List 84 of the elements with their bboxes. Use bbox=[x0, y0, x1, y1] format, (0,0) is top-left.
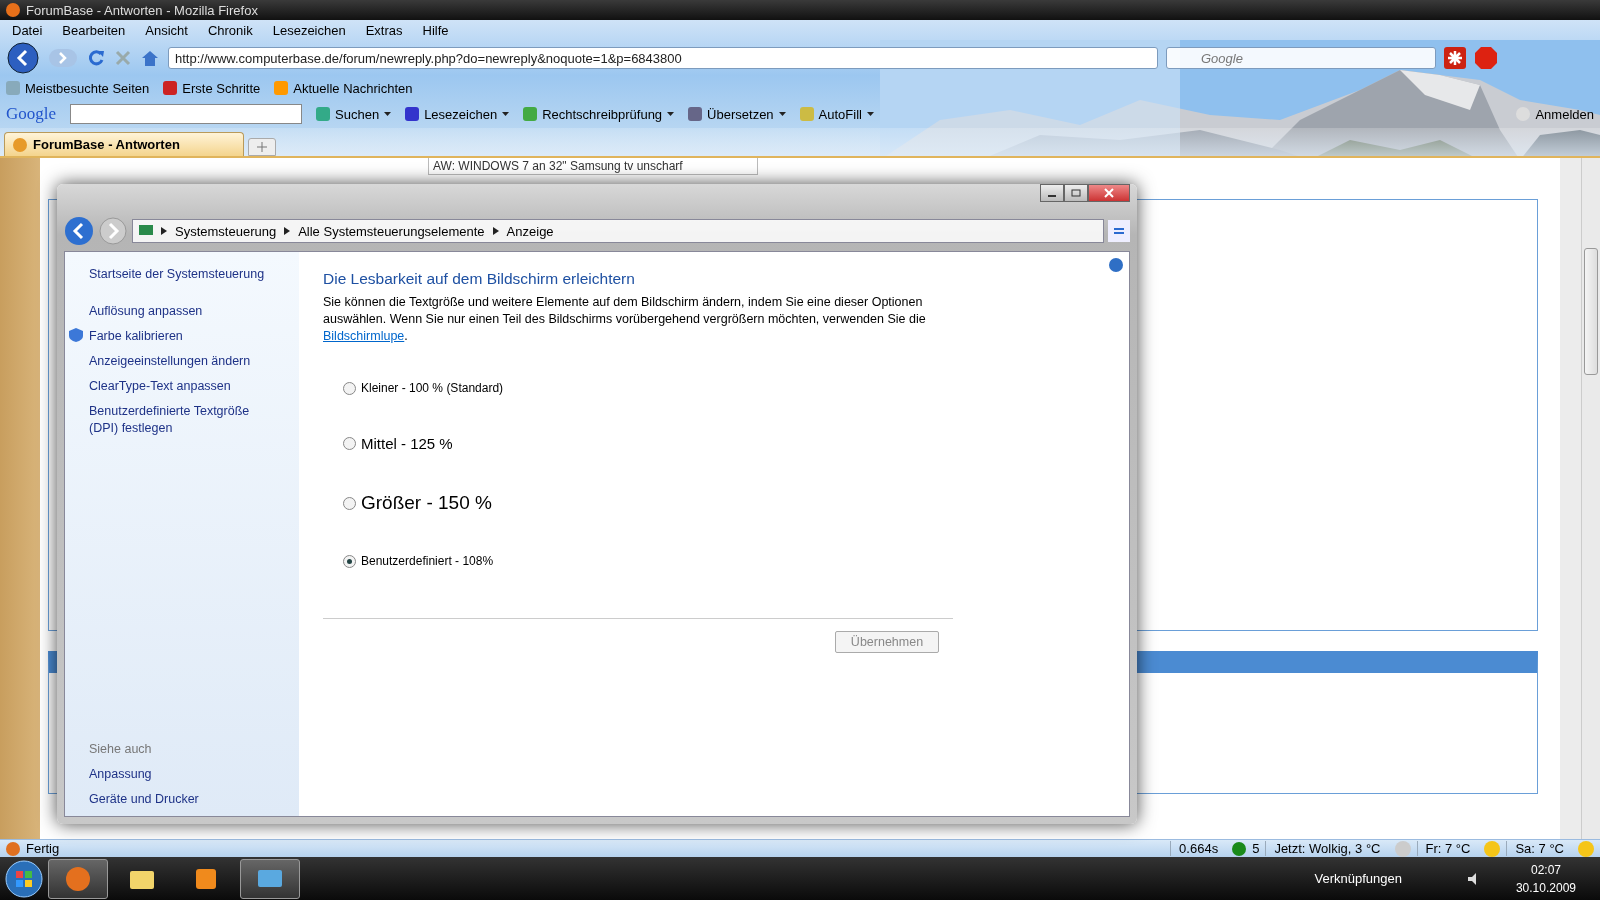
description-text: Sie können die Textgröße und weitere Elemente auf dem Bildschirm ändern, indem Sie eine dieser Optionen auswählen. Wenn Sie nur einen Teil des Bildschirms vorübergehend vergrößern möchten, verwenden Sie die Bildschirmlupe. bbox=[323, 294, 927, 345]
google-search-field[interactable] bbox=[70, 104, 303, 124]
toolbar-button[interactable]: AutoFill bbox=[799, 106, 874, 122]
forward-button[interactable] bbox=[98, 216, 128, 246]
status-dot-icon bbox=[1232, 841, 1247, 856]
sidebar-link[interactable]: Farbe kalibrieren bbox=[89, 328, 264, 345]
sign-in-button[interactable]: Anmelden bbox=[1516, 106, 1594, 122]
load-time: 0.664s bbox=[1170, 841, 1227, 856]
weather-text: Fr: 7 °C bbox=[1416, 841, 1479, 856]
maximize-icon bbox=[1071, 189, 1081, 197]
bookmark-item[interactable]: Erste Schritte bbox=[163, 80, 261, 96]
size-option[interactable]: Mittel - 125 % bbox=[343, 435, 1105, 452]
close-button[interactable] bbox=[1088, 184, 1130, 202]
bookmark-item[interactable]: Aktuelle Nachrichten bbox=[274, 80, 413, 96]
url-text: http://www.computerbase.de/forum/newreply.php?do=newreply&noquote=1&p=6843800 bbox=[175, 50, 682, 66]
home-button[interactable] bbox=[140, 49, 160, 67]
toolbar-button[interactable]: Übersetzen bbox=[688, 106, 786, 122]
breadcrumb-item: Systemsteuerung bbox=[175, 223, 277, 239]
home-icon bbox=[140, 49, 160, 67]
caret-icon[interactable] bbox=[384, 112, 392, 116]
site-icon bbox=[13, 137, 27, 152]
window-title: ForumBase - Antworten - Mozilla Firefox bbox=[26, 2, 258, 18]
caret-icon[interactable] bbox=[778, 112, 786, 116]
menu-item[interactable]: Extras bbox=[359, 22, 409, 38]
menu-item[interactable]: Datei bbox=[6, 22, 49, 38]
refresh-icon bbox=[1108, 220, 1130, 242]
bookmark-item[interactable]: Meistbesuchte Seiten bbox=[6, 80, 150, 96]
toolbar-button[interactable]: Suchen bbox=[316, 106, 392, 122]
toolbar-button[interactable]: Rechtschreibprüfung bbox=[523, 106, 675, 122]
browser-tab[interactable]: ForumBase - Antworten bbox=[4, 132, 244, 156]
counter: 5 bbox=[1252, 841, 1260, 856]
breadcrumb-bar[interactable]: Systemsteuerung Alle Systemsteuerungselemente Anzeige bbox=[132, 219, 1104, 243]
caret-icon[interactable] bbox=[502, 112, 510, 116]
menu-item[interactable]: Hilfe bbox=[416, 22, 455, 38]
google-logo: Google bbox=[6, 104, 57, 124]
reload-button[interactable] bbox=[86, 48, 106, 68]
menu-item[interactable]: Lesezeichen bbox=[266, 22, 352, 38]
windows-logo-icon bbox=[4, 858, 44, 899]
page-heading: Die Lesbarkeit auf dem Bildschirm erleichtern bbox=[323, 270, 636, 288]
sidebar-link[interactable]: Benutzerdefinierte Textgröße (DPI) festlegen bbox=[89, 403, 264, 437]
sidebar-link[interactable]: Startseite der Systemsteuerung bbox=[89, 266, 299, 283]
caret-icon[interactable] bbox=[866, 112, 874, 116]
size-option[interactable]: Kleiner - 100 % (Standard) bbox=[343, 381, 1105, 395]
maximize-button[interactable] bbox=[1064, 184, 1088, 202]
scrollbar[interactable] bbox=[1581, 158, 1600, 839]
weather-text: Jetzt: Wolkig, 3 °C bbox=[1265, 841, 1389, 856]
sidebar-link[interactable]: ClearType-Text anpassen bbox=[89, 378, 264, 395]
chevron-icon[interactable] bbox=[284, 227, 291, 235]
subject-field[interactable]: AW: WINDOWS 7 an 32" Samsung tv unscharf bbox=[428, 158, 758, 175]
plus-icon bbox=[257, 141, 267, 152]
start-button[interactable] bbox=[4, 858, 44, 899]
sidebar-link[interactable]: Anpassung bbox=[89, 766, 299, 783]
caret-icon[interactable] bbox=[667, 112, 675, 116]
refresh-button[interactable] bbox=[1108, 220, 1130, 242]
address-field[interactable]: http://www.computerbase.de/forum/newreply.php?do=newreply&noquote=1&p=6843800 bbox=[168, 47, 1158, 69]
toolbar-button[interactable]: Lesezeichen bbox=[405, 106, 510, 122]
size-option[interactable]: Benutzerdefiniert - 108% bbox=[343, 554, 1105, 568]
menu-item[interactable]: Bearbeiten bbox=[56, 22, 132, 38]
radio-button[interactable] bbox=[343, 554, 356, 568]
back-button[interactable] bbox=[6, 41, 40, 75]
close-icon bbox=[114, 49, 132, 67]
minimize-button[interactable] bbox=[1040, 184, 1064, 202]
close-icon bbox=[1104, 188, 1114, 198]
chevron-icon[interactable] bbox=[161, 227, 167, 235]
menu-item[interactable]: Chronik bbox=[201, 22, 259, 38]
sidebar-link[interactable]: Auflösung anpassen bbox=[89, 303, 264, 320]
search-field[interactable]: Google bbox=[1166, 47, 1436, 69]
size-option[interactable]: Größer - 150 % bbox=[343, 492, 1105, 514]
shield-icon bbox=[69, 328, 83, 342]
section-label: Siehe auch bbox=[89, 742, 153, 756]
toolbar-label: Verknüpfungen bbox=[1314, 871, 1402, 886]
breadcrumb-item: Alle Systemsteuerungselemente bbox=[298, 223, 485, 239]
reload-icon bbox=[86, 48, 106, 68]
chevron-icon[interactable] bbox=[492, 227, 499, 235]
sidebar-link[interactable]: Anzeigeeinstellungen ändern bbox=[89, 353, 264, 370]
radio-button[interactable] bbox=[343, 437, 356, 450]
clock[interactable]: 02:07 30.10.2009 bbox=[1515, 860, 1576, 897]
weather-text: Sa: 7 °C bbox=[1506, 841, 1572, 856]
menu-item[interactable]: Ansicht bbox=[139, 22, 194, 38]
sidebar-link[interactable]: Geräte und Drucker bbox=[89, 791, 299, 808]
radio-button[interactable] bbox=[343, 496, 356, 510]
breadcrumb-item: Anzeige bbox=[506, 223, 554, 239]
radio-button[interactable] bbox=[343, 381, 356, 395]
status-text: Fertig bbox=[26, 841, 60, 856]
